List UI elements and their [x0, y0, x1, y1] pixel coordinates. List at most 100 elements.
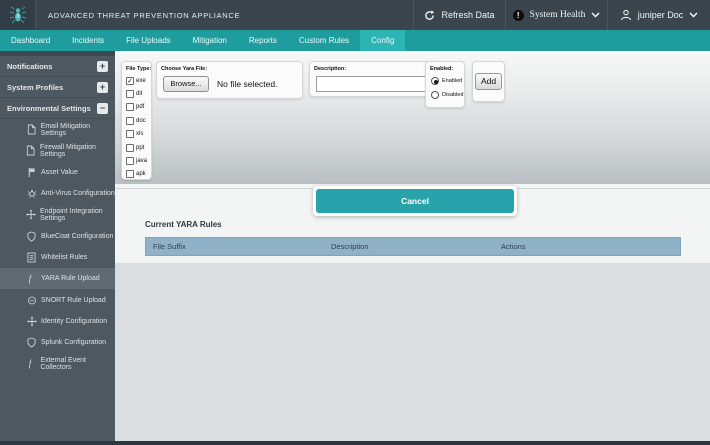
sidebar-item-anti-virus[interactable]: Anti-Virus Configuration	[0, 183, 115, 204]
refresh-label: Refresh Data	[441, 10, 495, 20]
sidebar-group-environmental-settings[interactable]: Environmental Settings −	[0, 98, 115, 119]
tab-mitigation[interactable]: Mitigation	[182, 30, 238, 51]
refresh-data-button[interactable]: Refresh Data	[413, 0, 505, 30]
sidebar-item-whitelist-rules[interactable]: Whitelist Rules	[0, 247, 115, 268]
sidebar-item-bluecoat[interactable]: BlueCoat Configuration	[0, 225, 115, 246]
shield-icon	[26, 231, 37, 242]
expand-plus-icon[interactable]: +	[97, 60, 108, 72]
group-label: Environmental Settings	[7, 103, 91, 113]
checkbox-row-apk[interactable]: apk	[122, 168, 151, 181]
description-label: Description:	[314, 66, 347, 72]
checkbox-unchecked[interactable]	[126, 103, 134, 112]
top-bar: ADVANCED THREAT PREVENTION APPLIANCE Ref…	[0, 0, 710, 30]
checkbox-row-doc[interactable]: doc	[122, 114, 151, 127]
bug-icon	[26, 188, 37, 199]
radio-selected[interactable]	[431, 77, 439, 85]
chevron-down-icon	[591, 12, 600, 18]
checkbox-row-xls[interactable]: xls	[122, 128, 151, 141]
checkbox-row-dll[interactable]: dll	[122, 87, 151, 100]
add-panel: Add	[472, 61, 505, 102]
sidebar-item-email-mitigation[interactable]: Email Mitigation Settings	[0, 119, 115, 140]
script-f-icon: f	[26, 358, 36, 369]
tab-config[interactable]: Config	[360, 30, 406, 51]
user-menu[interactable]: juniper Doc	[607, 0, 710, 30]
sidebar-item-asset-value[interactable]: Asset Value	[0, 162, 115, 183]
health-status-icon: !	[512, 9, 524, 21]
sidebar-item-identity-configuration[interactable]: Identity Configuration	[0, 311, 115, 332]
tab-file-uploads[interactable]: File Uploads	[115, 30, 181, 51]
sidebar-item-label: Splunk Configuration	[41, 339, 106, 347]
radio-row-disabled[interactable]: Disabled	[426, 88, 464, 102]
system-health-menu[interactable]: ! System Health	[505, 0, 607, 30]
checkbox-row-java[interactable]: java	[122, 154, 151, 167]
checkbox-checked[interactable]: ✓	[126, 76, 134, 85]
file-status-text: No file selected.	[217, 79, 278, 89]
expand-plus-icon[interactable]: +	[97, 81, 108, 93]
document-icon	[26, 124, 37, 135]
tab-custom-rules[interactable]: Custom Rules	[288, 30, 360, 51]
flag-icon	[26, 167, 37, 178]
checkbox-unchecked[interactable]	[126, 170, 134, 179]
browse-button[interactable]: Browse...	[163, 76, 209, 92]
sidebar-item-label: Whitelist Rules	[41, 253, 88, 261]
sidebar-item-snort-rule-upload[interactable]: SNORT Rule Upload	[0, 289, 115, 310]
column-header-file-suffix: File Suffix	[153, 242, 186, 251]
refresh-icon	[425, 9, 435, 20]
document-icon	[26, 145, 36, 156]
config-sidebar: Notifications + System Profiles + Enviro…	[0, 51, 115, 441]
description-input[interactable]	[316, 76, 436, 92]
checkbox-unchecked[interactable]	[126, 130, 134, 139]
file-type-label: File Type:	[126, 66, 152, 72]
checkbox-row-exe[interactable]: ✓ exe	[122, 74, 151, 87]
checkbox-row-ppt[interactable]: ppt	[122, 141, 151, 154]
sidebar-group-system-profiles[interactable]: System Profiles +	[0, 77, 115, 98]
sidebar-item-label: Firewall Mitigation Settings	[39, 143, 96, 158]
script-f-icon: f	[26, 273, 37, 284]
group-label: Notifications	[7, 61, 53, 71]
sidebar-item-label: BlueCoat Configuration	[41, 232, 114, 240]
atp-appliance-window: ADVANCED THREAT PREVENTION APPLIANCE Ref…	[0, 0, 710, 445]
description-panel: Description:	[309, 61, 441, 97]
sidebar-item-label: External Event Collectors	[40, 356, 86, 371]
current-yara-rules-title: Current YARA Rules	[145, 220, 222, 229]
tab-dashboard[interactable]: Dashboard	[0, 30, 61, 51]
sidebar-item-splunk-configuration[interactable]: Splunk Configuration	[0, 332, 115, 353]
cancel-button[interactable]: Cancel	[316, 189, 514, 213]
checkbox-unchecked[interactable]	[126, 143, 134, 152]
choose-file-panel: Choose Yara File: Browse... No file sele…	[156, 61, 303, 99]
sidebar-item-firewall-mitigation[interactable]: Firewall Mitigation Settings	[0, 140, 115, 161]
checkbox-unchecked[interactable]	[126, 157, 134, 166]
yara-rules-table-header: File Suffix Description Actions	[145, 237, 681, 256]
yara-upload-form: File Type: ✓ exe dll pdf doc xls ppt jav…	[115, 51, 710, 184]
shield-icon	[26, 337, 37, 348]
enabled-label: Enabled:	[430, 66, 454, 72]
sidebar-group-notifications[interactable]: Notifications +	[0, 56, 115, 77]
checkbox-row-pdf[interactable]: pdf	[122, 101, 151, 114]
svg-text:f: f	[29, 359, 33, 369]
sidebar-item-label: SNORT Rule Upload	[41, 296, 106, 304]
tab-reports[interactable]: Reports	[238, 30, 288, 51]
collapse-minus-icon[interactable]: −	[97, 102, 108, 114]
move-arrows-icon	[26, 316, 37, 327]
sidebar-item-endpoint-integration[interactable]: Endpoint Integration Settings	[0, 204, 115, 225]
snort-icon	[26, 295, 37, 306]
sidebar-item-label: Endpoint Integration Settings	[40, 207, 103, 222]
sidebar-item-label: YARA Rule Upload	[41, 275, 100, 283]
sidebar-item-yara-rule-upload[interactable]: f YARA Rule Upload	[0, 268, 115, 290]
sidebar-item-label: Anti-Virus Configuration	[41, 190, 115, 198]
radio-unselected[interactable]	[431, 91, 439, 99]
sidebar-item-label: Asset Value	[41, 168, 78, 176]
choose-file-label: Choose Yara File:	[161, 66, 208, 72]
cancel-card: Cancel	[313, 186, 517, 216]
add-button[interactable]: Add	[475, 73, 502, 90]
checkbox-unchecked[interactable]	[126, 116, 134, 125]
checkbox-unchecked[interactable]	[126, 90, 134, 99]
tab-incidents[interactable]: Incidents	[61, 30, 115, 51]
sidebar-item-list: Email Mitigation Settings Firewall Mitig…	[0, 119, 115, 375]
system-health-label: System Health	[529, 10, 586, 20]
bottom-strip	[0, 441, 710, 445]
user-label: juniper Doc	[637, 10, 684, 20]
radio-row-enabled[interactable]: Enabled	[426, 74, 464, 88]
sidebar-item-external-event-collectors[interactable]: f External Event Collectors	[0, 353, 115, 374]
app-title: ADVANCED THREAT PREVENTION APPLIANCE	[48, 10, 241, 20]
